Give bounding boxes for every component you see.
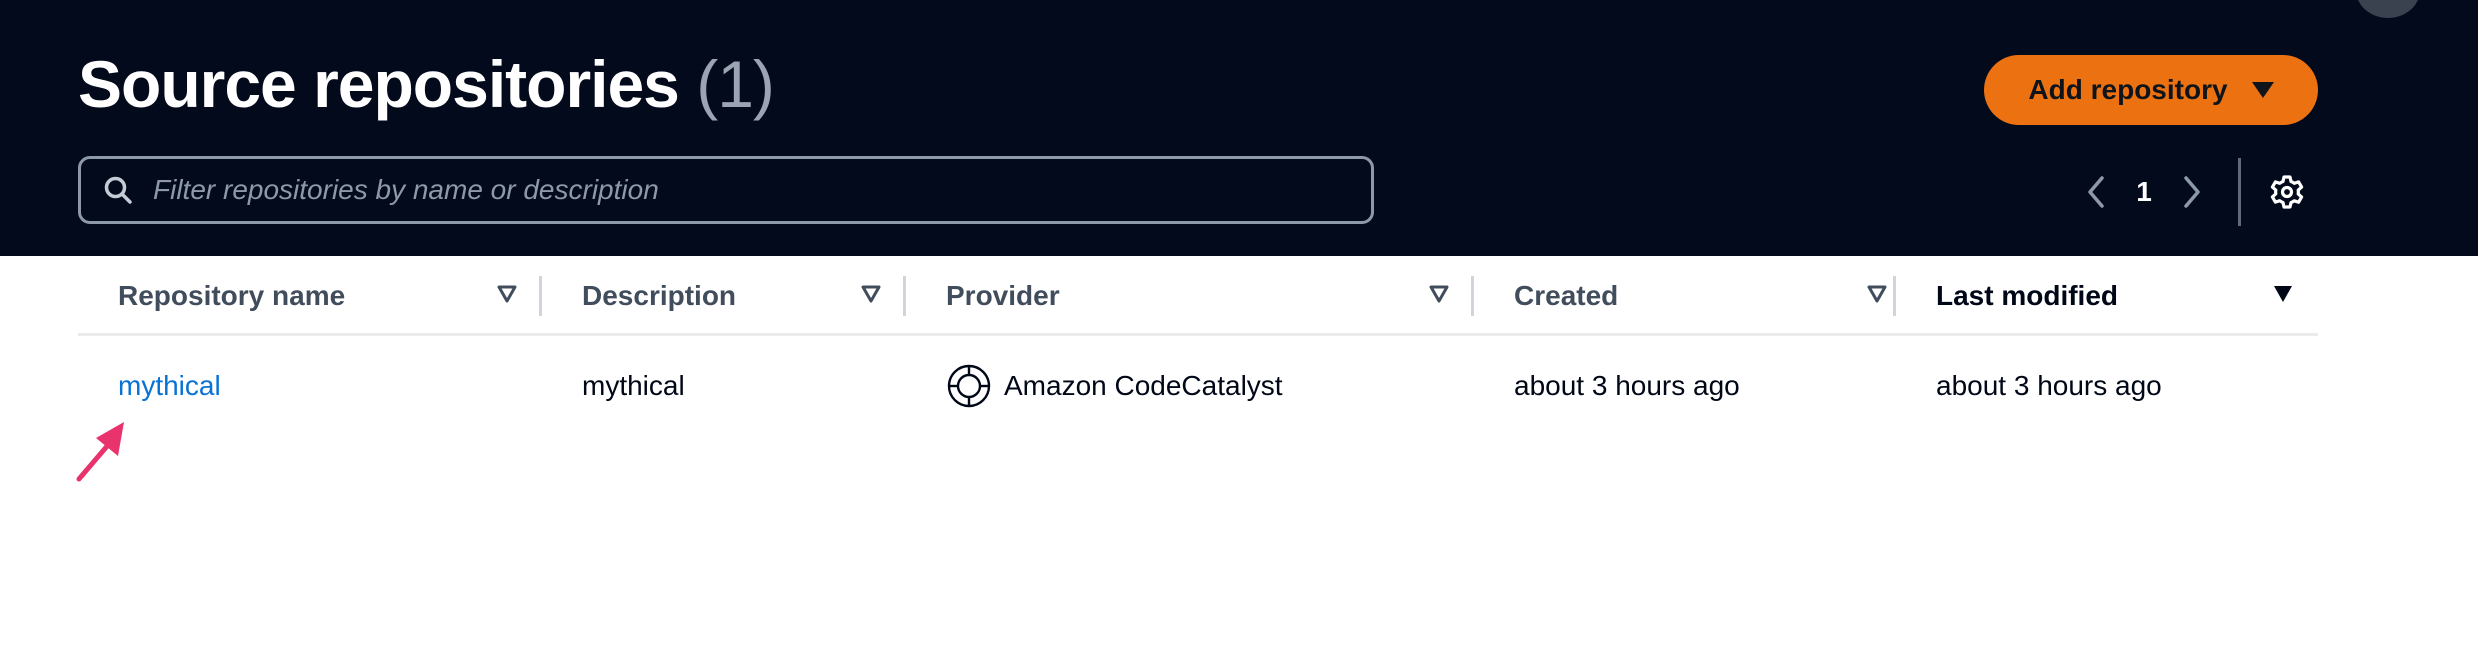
column-label: Created [1514, 280, 1619, 311]
repository-count: (1) [696, 47, 775, 121]
repository-link[interactable]: mythical [118, 370, 221, 402]
column-divider[interactable] [1893, 276, 1896, 316]
search-field[interactable] [78, 156, 1374, 224]
page-number[interactable]: 1 [2122, 176, 2166, 208]
avatar[interactable] [2356, 0, 2420, 18]
provider-name: Amazon CodeCatalyst [1004, 370, 1283, 401]
column-label: Description [582, 280, 737, 311]
column-divider[interactable] [903, 276, 906, 316]
pagination: 1 [2070, 158, 2309, 226]
sort-caret-icon [1429, 285, 1449, 303]
sort-caret-icon [497, 285, 517, 303]
column-divider[interactable] [539, 276, 542, 316]
gear-icon[interactable] [2265, 170, 2309, 214]
search-input[interactable] [145, 174, 1371, 206]
page-title: Source repositories (1) [78, 46, 775, 122]
codecatalyst-icon [947, 364, 991, 408]
sort-caret-icon [2274, 286, 2292, 302]
page-header: Source repositories (1) Add repository 1 [0, 0, 2478, 256]
add-repository-label: Add repository [2028, 74, 2228, 105]
sort-caret-icon [1867, 285, 1887, 303]
annotation-arrow-icon [76, 422, 124, 482]
column-header-repository-name[interactable]: Repository name [118, 256, 542, 336]
table-header: Repository name Description Provider Cre… [78, 256, 2318, 336]
page-title-text: Source repositories [78, 47, 680, 121]
pagination-divider [2238, 158, 2241, 226]
column-header-last-modified[interactable]: Last modified [1936, 256, 2318, 336]
repositories-table: Repository name Description Provider Cre… [78, 256, 2318, 436]
chevron-left-icon[interactable] [2070, 166, 2122, 218]
cell-last-modified: about 3 hours ago [1936, 370, 2162, 401]
sort-caret-icon [861, 285, 881, 303]
caret-down-icon [2251, 82, 2274, 98]
cell-provider: Amazon CodeCatalyst [946, 336, 1283, 436]
column-label: Last modified [1936, 280, 2119, 311]
table-row: mythical mythical Amazon CodeCatalyst ab… [78, 336, 2318, 436]
column-header-created[interactable]: Created [1514, 256, 1912, 336]
cell-description: mythical [582, 370, 685, 401]
add-repository-button[interactable]: Add repository [1984, 55, 2318, 125]
chevron-right-icon[interactable] [2166, 166, 2218, 218]
cell-created: about 3 hours ago [1514, 370, 1740, 401]
column-header-description[interactable]: Description [582, 256, 906, 336]
column-header-provider[interactable]: Provider [946, 256, 1474, 336]
column-divider[interactable] [1471, 276, 1474, 316]
column-label: Provider [946, 280, 1060, 311]
column-label: Repository name [118, 280, 346, 311]
search-icon [81, 175, 145, 205]
